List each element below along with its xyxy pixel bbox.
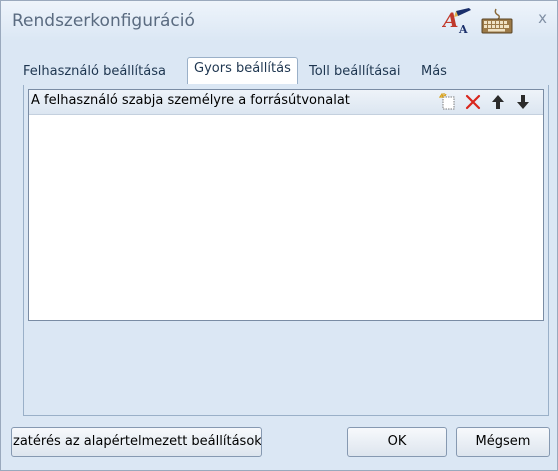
handwriting-icon[interactable]: A A	[441, 7, 474, 36]
cancel-button[interactable]: Mégsem	[456, 427, 550, 457]
tab-quick-settings[interactable]: Gyors beállítás	[187, 57, 298, 84]
list-header-label: A felhasználó szabja személyre a forrású…	[31, 93, 350, 108]
tab-user-settings[interactable]: Felhasználó beállítása	[23, 61, 166, 83]
close-button[interactable]: x	[538, 9, 547, 27]
dialog-window: Rendszerkonfiguráció A A x Felhasználó b…	[0, 0, 558, 471]
list-header: A felhasználó szabja személyre a forrású…	[29, 90, 543, 115]
tab-panel: A felhasználó szabja személyre a forrású…	[23, 85, 549, 416]
path-list[interactable]: A felhasználó szabja személyre a forrású…	[28, 89, 544, 321]
arrow-up-icon[interactable]	[489, 93, 507, 111]
keyboard-icon[interactable]	[481, 7, 513, 35]
window-title: Rendszerkonfiguráció	[12, 11, 195, 31]
reset-defaults-button[interactable]: zatérés az alapértelmezett beállítások	[11, 427, 262, 457]
title-bar: Rendszerkonfiguráció A A x	[1, 1, 557, 41]
svg-text:A: A	[458, 23, 468, 35]
tab-pen-settings[interactable]: Toll beállításai	[309, 61, 401, 83]
delete-icon[interactable]	[464, 93, 482, 111]
arrow-down-icon[interactable]	[514, 93, 532, 111]
ok-button[interactable]: OK	[347, 427, 447, 457]
tab-other[interactable]: Más	[421, 61, 447, 83]
new-item-icon[interactable]	[438, 92, 457, 111]
